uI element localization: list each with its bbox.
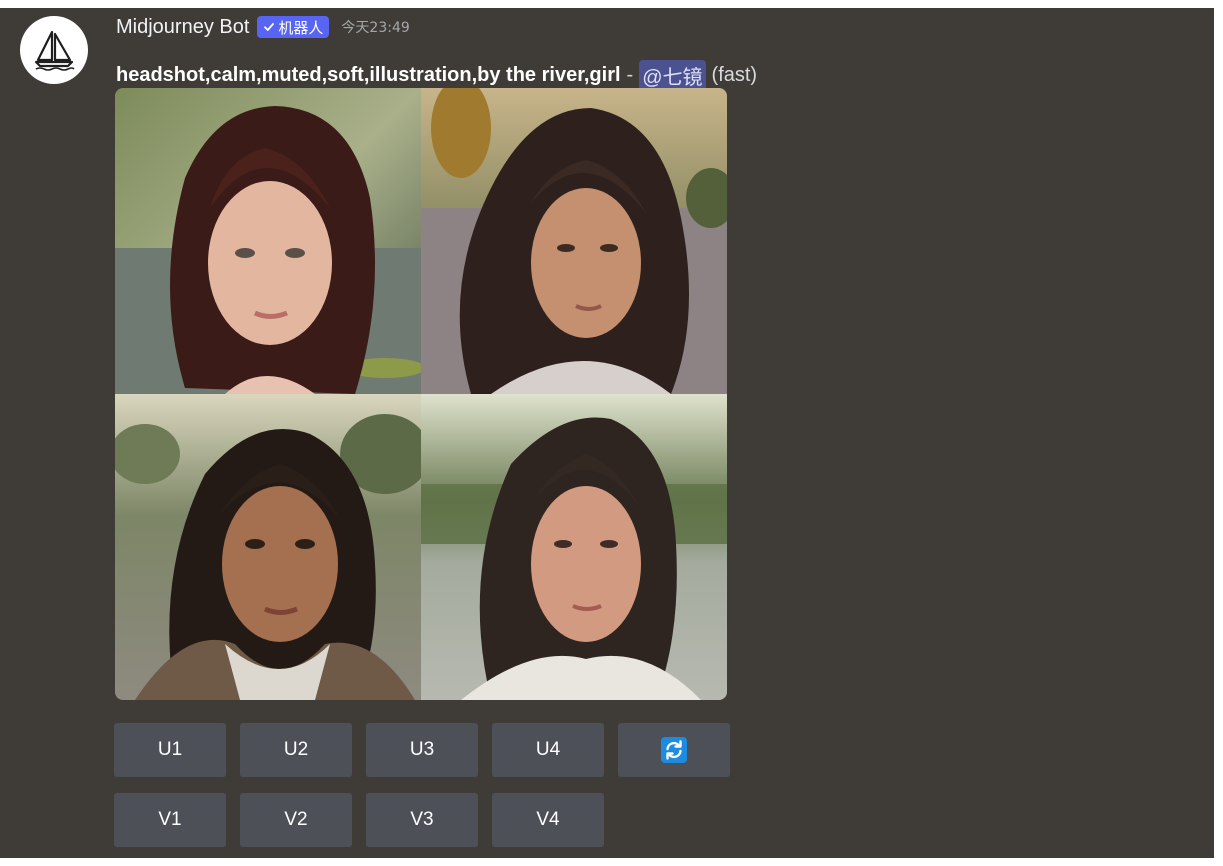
upscale-4-button[interactable]: U4: [492, 723, 604, 777]
upscale-1-button[interactable]: U1: [114, 723, 226, 777]
image-2[interactable]: [421, 88, 727, 394]
prompt-text: headshot,calm,muted,soft,illustration,by…: [116, 63, 621, 86]
bot-avatar[interactable]: [20, 16, 88, 84]
verified-check-icon: [264, 23, 275, 31]
variation-2-button[interactable]: V2: [240, 793, 352, 847]
reroll-button[interactable]: [618, 723, 730, 777]
image-3[interactable]: [115, 394, 430, 700]
image-grid[interactable]: [115, 88, 727, 700]
sailboat-logo-icon: [34, 30, 75, 71]
bot-tag-label: 机器人: [278, 18, 324, 37]
bot-tag: 机器人: [257, 16, 330, 38]
image-4[interactable]: [421, 394, 727, 700]
variation-1-button[interactable]: V1: [114, 793, 226, 847]
refresh-icon: [661, 737, 687, 763]
variation-3-button[interactable]: V3: [366, 793, 478, 847]
message-header: Midjourney Bot 机器人 今天23:49: [116, 14, 410, 40]
separator: -: [626, 63, 634, 86]
upscale-3-button[interactable]: U3: [366, 723, 478, 777]
generation-mode: (fast): [711, 63, 758, 86]
image-1[interactable]: [115, 88, 425, 394]
user-mention[interactable]: @七镜: [639, 59, 706, 91]
message-timestamp: 今天23:49: [341, 20, 410, 36]
message-content: headshot,calm,muted,soft,illustration,by…: [116, 59, 758, 91]
author-name[interactable]: Midjourney Bot: [116, 16, 249, 39]
variation-4-button[interactable]: V4: [492, 793, 604, 847]
screen: Midjourney Bot 机器人 今天23:49 headshot,calm…: [0, 0, 1223, 866]
upscale-2-button[interactable]: U2: [240, 723, 352, 777]
